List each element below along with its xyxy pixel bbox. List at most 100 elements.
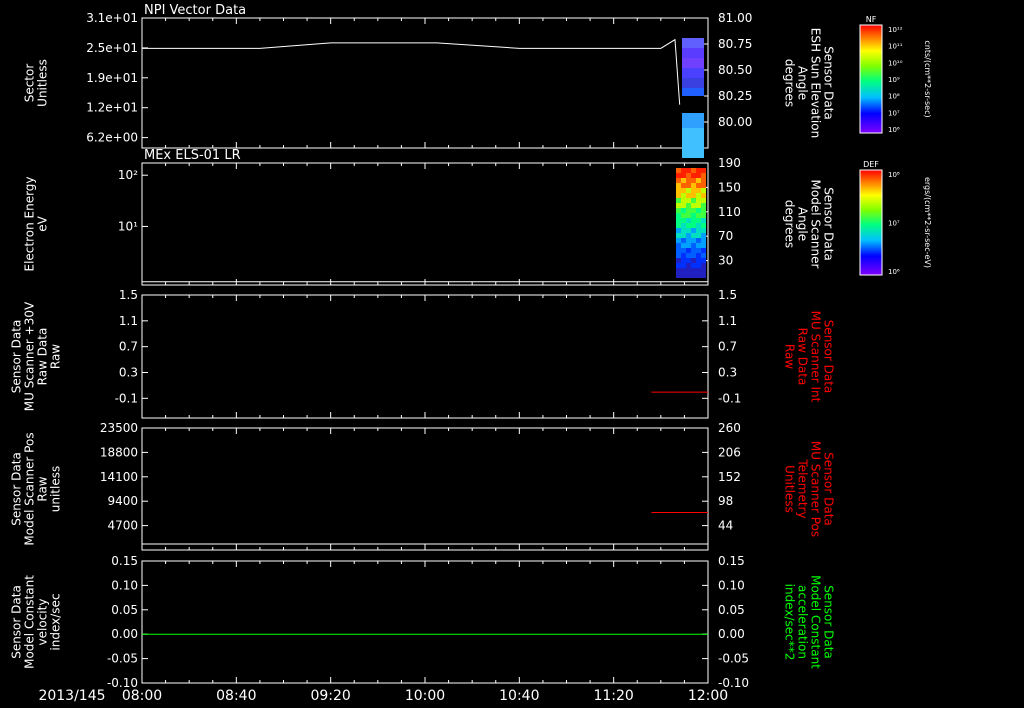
spectrogram-cell — [696, 188, 701, 193]
y-label-left: velocity — [36, 599, 50, 646]
spectrogram-cell — [686, 253, 691, 258]
y-label-left: Raw — [36, 476, 50, 501]
spectrogram-cell — [701, 248, 706, 253]
left-tick-label: 9400 — [107, 494, 138, 508]
left-tick-label: 0.00 — [111, 627, 138, 641]
spectrogram-cell — [701, 263, 706, 268]
spectrogram-cell — [681, 273, 686, 278]
colorbar-tick: 10¹⁰ — [888, 59, 903, 67]
spectrogram-cell — [696, 248, 701, 253]
colorbar-tick: 10⁷ — [888, 109, 900, 117]
panel-frame — [141, 162, 709, 286]
spectrogram-cell — [696, 263, 701, 268]
heatmap-cell — [682, 78, 704, 88]
right-tick-label: -0.05 — [718, 652, 749, 666]
panel-2: MEx ELS-01 LR 10² 10¹ 190 150 110 70 30 Electron… — [23, 148, 932, 286]
colorbar-label: DEF — [863, 160, 879, 169]
spectrogram-cell — [701, 273, 706, 278]
y-label-left: Sensor Data — [10, 585, 24, 659]
spectrogram-cell — [691, 168, 696, 173]
series-line — [142, 38, 681, 105]
left-tick-label: 23500 — [100, 421, 138, 435]
y-label-right: Sensor Data — [822, 320, 836, 394]
plot-canvas: NPI Vector Data 3.1e+01 2.5e+01 1.9e+01 1.2e… — [10, 3, 933, 704]
spectrogram-cell — [676, 218, 681, 223]
colorbar-units: cnts/(cm**2-sr-sec) — [923, 40, 932, 117]
spectrogram-cell — [676, 238, 681, 243]
y-label-right: degrees — [783, 59, 797, 107]
spectrogram-cell — [681, 183, 686, 188]
x-tick-label: 10:00 — [405, 688, 445, 704]
date-label: 2013/145 — [38, 688, 105, 704]
spectrogram-cell — [696, 178, 701, 183]
spectrogram-cell — [701, 243, 706, 248]
spectrogram-cell — [681, 263, 686, 268]
spectrogram-cell — [686, 173, 691, 178]
spectrogram-cell — [676, 188, 681, 193]
spectrogram-cell — [691, 183, 696, 188]
spectrogram-cell — [691, 248, 696, 253]
left-tick-label: 10¹ — [118, 219, 138, 233]
y-label-right: Raw Data — [796, 328, 810, 386]
spectrogram-cell — [681, 233, 686, 238]
y-label-left: Raw Data — [36, 328, 50, 386]
panel-title: MEx ELS-01 LR — [144, 148, 241, 163]
spectrogram-cell — [701, 258, 706, 263]
y-label-left: Unitless — [36, 59, 50, 107]
right-tick-label: 0.7 — [718, 340, 737, 354]
heatmap-cell — [682, 58, 704, 68]
x-axis: 08:00 08:40 09:20 10:00 10:40 11:20 12:00 2013/… — [38, 688, 728, 704]
x-tick-label: 09:20 — [310, 688, 350, 704]
spectrogram-cell — [691, 198, 696, 203]
spectrogram-cell — [676, 263, 681, 268]
y-label-right: Sensor Data — [822, 46, 836, 120]
spectrogram-cell — [696, 228, 701, 233]
right-tick-label: 70 — [718, 229, 733, 243]
spectrogram-cell — [681, 198, 686, 203]
right-tick-label: 80.75 — [718, 37, 752, 51]
heatmap-gap — [682, 96, 704, 113]
spectrogram-cell — [701, 198, 706, 203]
y-label-right: ESH Sun Elevation — [809, 28, 823, 138]
right-tick-label: 150 — [718, 180, 741, 194]
right-tick-label: 260 — [718, 421, 741, 435]
spectrogram-cell — [691, 228, 696, 233]
spectrogram-cell — [686, 248, 691, 253]
right-tick-label: 152 — [718, 470, 741, 484]
spectrogram-cell — [686, 268, 691, 273]
spectrogram-cell — [681, 253, 686, 258]
y-label-right: Angle — [796, 66, 810, 100]
y-label-left: Model Constant — [23, 575, 37, 669]
panel-frame — [141, 427, 709, 551]
y-label-left: Sector — [23, 64, 37, 103]
spectrogram-cell — [696, 213, 701, 218]
spectrogram-cell — [681, 268, 686, 273]
right-tick-label: 81.00 — [718, 11, 752, 25]
heatmap-cell — [682, 113, 704, 128]
spectrogram-cell — [701, 188, 706, 193]
left-tick-label: -0.1 — [115, 391, 138, 405]
spectrogram-cell — [676, 243, 681, 248]
left-tick-label: 0.3 — [119, 365, 138, 379]
spectrogram-cell — [691, 273, 696, 278]
spectrogram-cell — [691, 193, 696, 198]
panel-1: NPI Vector Data 3.1e+01 2.5e+01 1.9e+01 1.2e… — [23, 3, 932, 158]
right-tick-label: 0.15 — [718, 554, 745, 568]
spectrogram-cell — [681, 168, 686, 173]
spectrogram-cell — [676, 178, 681, 183]
y-label-right: Model Scanner — [809, 180, 823, 269]
y-label-left: MU Scanner +30V — [23, 301, 37, 411]
right-tick-label: 80.25 — [718, 89, 752, 103]
y-label-right: Angle — [796, 207, 810, 241]
y-label-left: Sensor Data — [10, 320, 24, 394]
spectrogram-cell — [681, 203, 686, 208]
spectrogram-cell — [686, 258, 691, 263]
spectrogram-cell — [696, 233, 701, 238]
colorbar-tick: 10¹² — [888, 26, 903, 34]
spectrogram-cell — [681, 173, 686, 178]
spectrogram-cell — [696, 253, 701, 258]
spectrogram-cell — [701, 223, 706, 228]
right-tick-label: 80.00 — [718, 115, 752, 129]
heatmap-cell — [682, 88, 704, 96]
spectrogram-cell — [691, 178, 696, 183]
